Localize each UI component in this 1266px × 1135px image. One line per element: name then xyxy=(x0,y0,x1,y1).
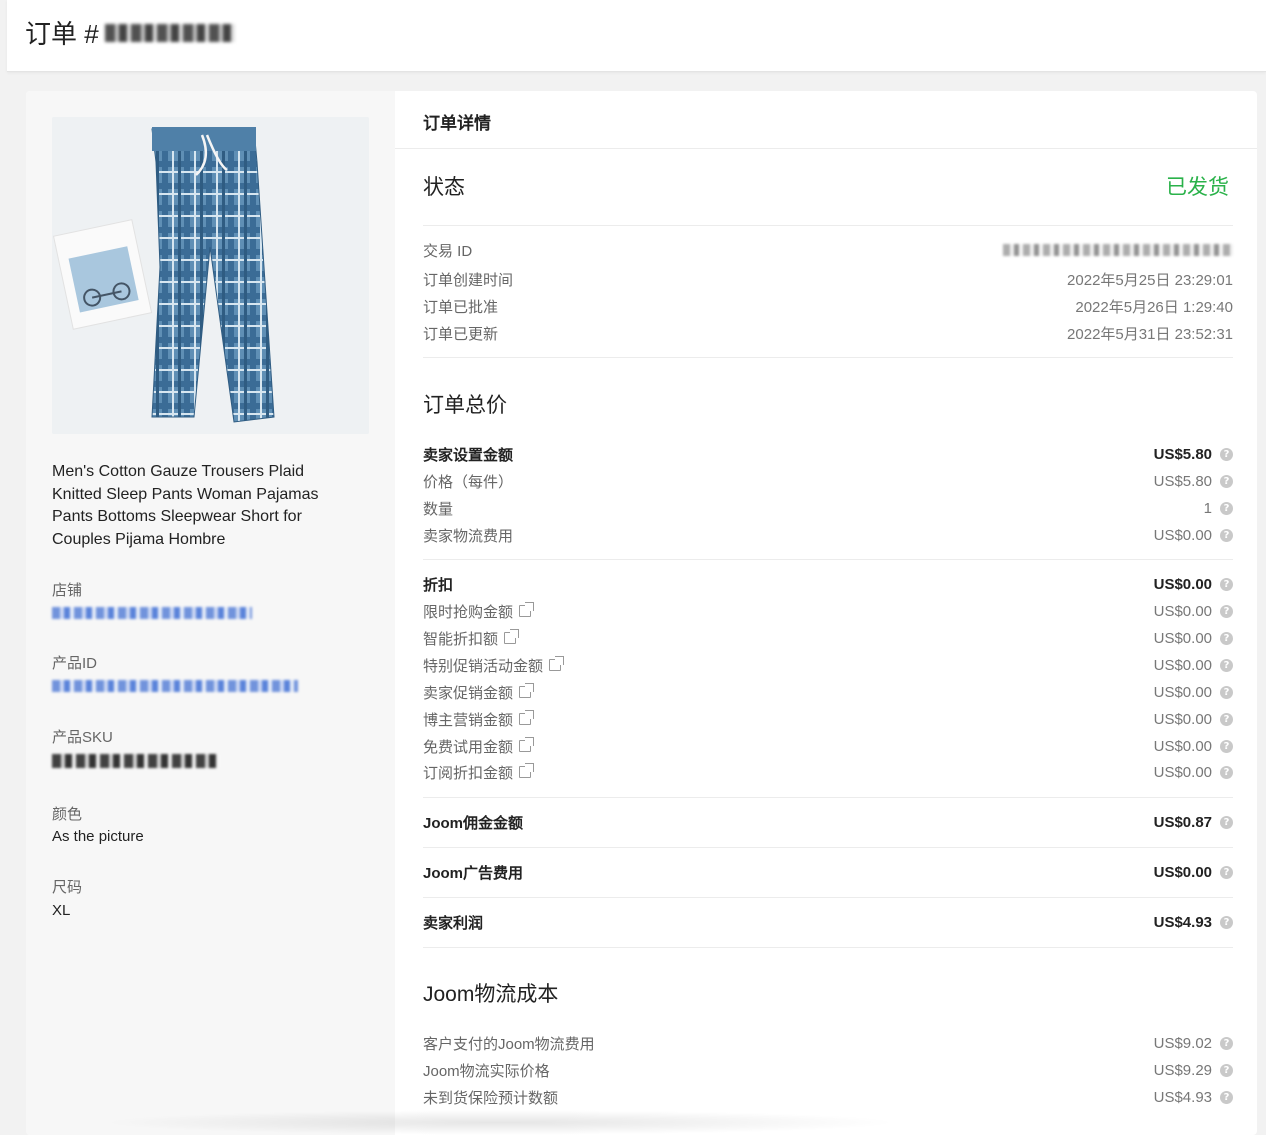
help-icon[interactable]: ? xyxy=(1220,474,1233,488)
help-icon[interactable]: ? xyxy=(1220,501,1233,515)
order-card: Men's Cotton Gauze Trousers Plaid Knitte… xyxy=(26,91,1257,1135)
unit-price-row: 价格（每件） US$5.80? xyxy=(423,470,1233,492)
page-header: 订单 # xyxy=(7,0,1266,72)
approved-time-row: 订单已批准 2022年5月26日 1:29:40 xyxy=(423,298,1233,316)
help-icon[interactable]: ? xyxy=(1220,765,1233,779)
product-id-label: 产品ID xyxy=(52,655,98,672)
order-title: 订单 # xyxy=(25,14,235,51)
help-icon[interactable]: ? xyxy=(1220,1063,1233,1077)
status-badge: 已发货 xyxy=(1166,176,1229,199)
color-value: As the picture xyxy=(52,828,144,845)
help-icon[interactable]: ? xyxy=(1220,577,1233,591)
seller-amount-row: 卖家设置金额 US$5.80? xyxy=(423,443,1233,465)
actual-shipping-row: Joom物流实际价格 US$9.29? xyxy=(423,1059,1233,1081)
external-link-icon[interactable] xyxy=(519,602,535,617)
divider xyxy=(423,559,1233,560)
updated-time-row: 订单已更新 2022年5月31日 23:52:31 xyxy=(423,325,1233,343)
external-link-icon[interactable] xyxy=(519,763,535,778)
commission-row: Joom佣金金额 US$0.87? xyxy=(423,811,1233,833)
created-time-row: 订单创建时间 2022年5月25日 23:29:01 xyxy=(423,271,1233,289)
seller-promo-row: 卖家促销金额 US$0.00? xyxy=(423,681,1233,703)
discount-row: 折扣 US$0.00? xyxy=(423,573,1233,595)
free-trial-row: 免费试用金额 US$0.00? xyxy=(423,735,1233,757)
order-details-panel: 订单详情 状态 已发货 交易 ID 订单创建时间 2022年5月25日 23:2… xyxy=(395,91,1257,1135)
store-label: 店铺 xyxy=(52,582,83,599)
bottom-shadow xyxy=(100,1110,900,1135)
help-icon[interactable]: ? xyxy=(1220,631,1233,645)
divider xyxy=(423,797,1233,798)
divider xyxy=(423,897,1233,898)
seller-shipping-row: 卖家物流费用 US$0.00? xyxy=(423,524,1233,546)
external-link-icon[interactable] xyxy=(504,629,520,644)
help-icon[interactable]: ? xyxy=(1220,712,1233,726)
special-promo-row: 特别促销活动金额 US$0.00? xyxy=(423,654,1233,676)
help-icon[interactable]: ? xyxy=(1220,685,1233,699)
seller-profit-row: 卖家利润 US$4.93? xyxy=(423,911,1233,933)
details-header: 订单详情 xyxy=(395,91,1257,149)
size-value: XL xyxy=(52,902,71,919)
subscription-discount-row: 订阅折扣金额 US$0.00? xyxy=(423,761,1233,783)
product-title: Men's Cotton Gauze Trousers Plaid Knitte… xyxy=(52,463,319,548)
sku-label: 产品SKU xyxy=(52,729,113,746)
help-icon[interactable]: ? xyxy=(1220,915,1233,929)
order-number-redacted xyxy=(104,23,235,42)
divider xyxy=(423,225,1233,226)
help-icon[interactable]: ? xyxy=(1220,1036,1233,1050)
store-link-redacted[interactable] xyxy=(52,607,252,619)
external-link-icon[interactable] xyxy=(519,737,535,752)
blogger-marketing-row: 博主营销金额 US$0.00? xyxy=(423,708,1233,730)
transaction-id-row: 交易 ID xyxy=(423,239,1233,261)
ad-fee-row: Joom广告费用 US$0.00? xyxy=(423,861,1233,883)
status-title: 状态 xyxy=(423,176,465,199)
divider xyxy=(423,357,1233,358)
sku-value-redacted xyxy=(52,754,218,768)
size-label: 尺码 xyxy=(52,879,83,896)
product-panel: Men's Cotton Gauze Trousers Plaid Knitte… xyxy=(26,91,395,1135)
product-photo-icon xyxy=(52,117,369,434)
divider xyxy=(423,847,1233,848)
external-link-icon[interactable] xyxy=(519,683,535,698)
external-link-icon[interactable] xyxy=(519,710,535,725)
help-icon[interactable]: ? xyxy=(1220,1090,1233,1104)
quantity-row: 数量 1? xyxy=(423,497,1233,519)
external-link-icon[interactable] xyxy=(549,656,565,671)
product-id-link-redacted[interactable] xyxy=(52,680,298,692)
insurance-row: 未到货保险预计数额 US$4.93? xyxy=(423,1086,1233,1108)
help-icon[interactable]: ? xyxy=(1220,865,1233,879)
smart-discount-row: 智能折扣额 US$0.00? xyxy=(423,627,1233,649)
transaction-id-redacted xyxy=(1003,244,1233,256)
help-icon[interactable]: ? xyxy=(1220,604,1233,618)
customer-shipping-row: 客户支付的Joom物流费用 US$9.02? xyxy=(423,1032,1233,1054)
help-icon[interactable]: ? xyxy=(1220,658,1233,672)
flash-sale-row: 限时抢购金额 US$0.00? xyxy=(423,600,1233,622)
help-icon[interactable]: ? xyxy=(1220,528,1233,542)
order-total-title: 订单总价 xyxy=(423,394,507,417)
divider xyxy=(423,947,1233,948)
details-heading: 订单详情 xyxy=(423,114,491,133)
color-label: 颜色 xyxy=(52,806,83,823)
help-icon[interactable]: ? xyxy=(1220,739,1233,753)
plaid-pants-image xyxy=(52,117,369,434)
help-icon[interactable]: ? xyxy=(1220,447,1233,461)
logistics-title: Joom物流成本 xyxy=(423,983,559,1006)
help-icon[interactable]: ? xyxy=(1220,815,1233,829)
